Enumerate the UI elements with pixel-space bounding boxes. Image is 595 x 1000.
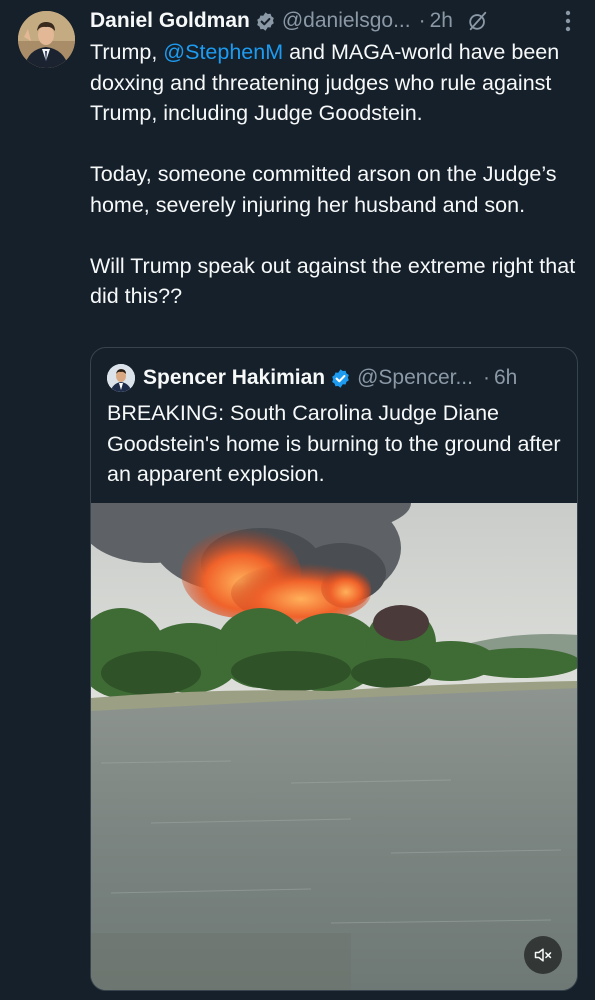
verified-badge-icon[interactable]: [255, 11, 276, 32]
author-handle[interactable]: @danielsgo...: [282, 9, 411, 33]
quoted-tweet-header: Spencer Hakimian @Spencer... · 6h: [107, 363, 561, 393]
video-player[interactable]: [91, 503, 577, 990]
text-segment: Trump,: [90, 40, 164, 64]
verified-badge-icon[interactable]: [330, 368, 351, 389]
grok-icon[interactable]: [467, 10, 489, 32]
more-options-icon[interactable]: [565, 10, 577, 32]
video-frame: [91, 503, 577, 990]
mention-link[interactable]: @StephenM: [163, 40, 283, 64]
tweet-header: Daniel Goldman @danielsgo... · 2h: [90, 6, 577, 36]
quoted-author-name[interactable]: Spencer Hakimian: [143, 366, 325, 390]
tweet-paragraph-2: Today, someone committed arson on the Ju…: [90, 162, 557, 217]
quoted-tweet-card[interactable]: Spencer Hakimian @Spencer... · 6h BREAKI…: [90, 347, 578, 991]
quoted-author-avatar[interactable]: [107, 364, 135, 392]
mute-toggle-button[interactable]: [524, 936, 562, 974]
tweet-paragraph-1: Trump, @StephenM and MAGA-world have bee…: [90, 37, 585, 129]
tweet-timestamp[interactable]: 2h: [430, 9, 453, 33]
tweet-text: Trump, @StephenM and MAGA-world have bee…: [90, 37, 585, 312]
separator-dot: ·: [482, 366, 490, 389]
author-name[interactable]: Daniel Goldman: [90, 9, 250, 33]
author-avatar[interactable]: [18, 11, 75, 68]
volume-muted-icon: [534, 948, 552, 962]
quoted-author-handle[interactable]: @Spencer...: [357, 366, 473, 390]
quoted-tweet-timestamp[interactable]: 6h: [494, 366, 517, 390]
separator-dot: ·: [418, 9, 426, 32]
quoted-tweet-text: BREAKING: South Carolina Judge Diane Goo…: [107, 401, 561, 486]
tweet-paragraph-3: Will Trump speak out against the extreme…: [90, 253, 576, 309]
